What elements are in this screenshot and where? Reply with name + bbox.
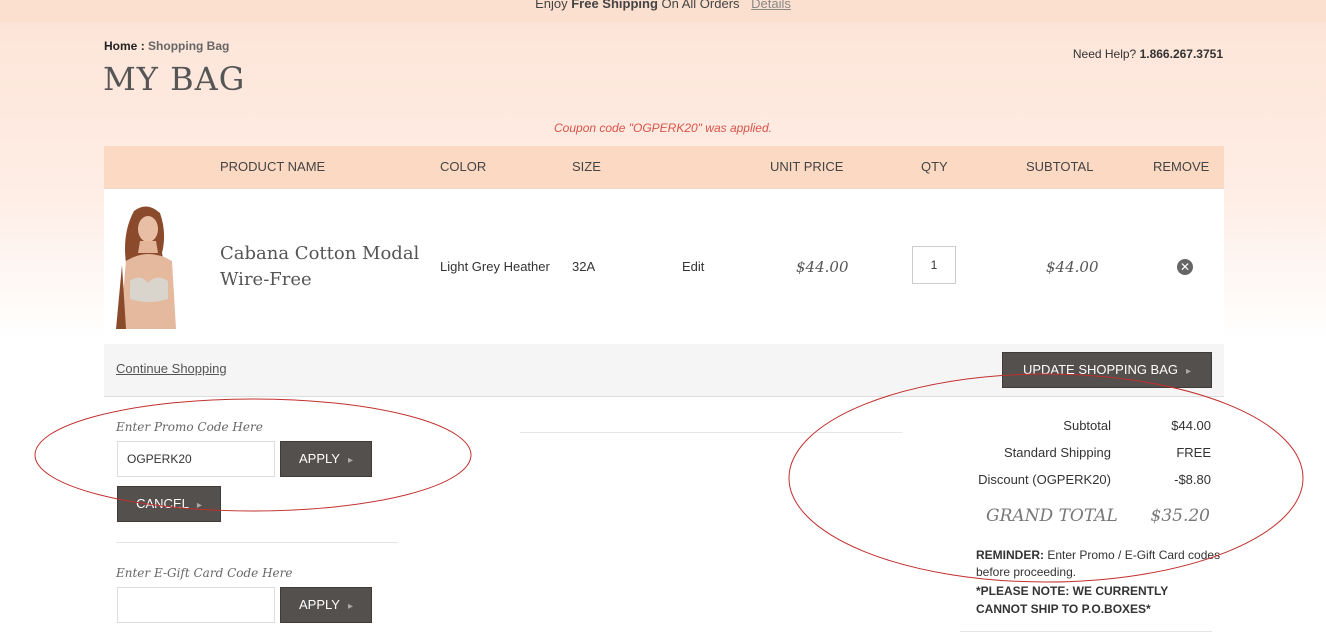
- header-unit-price: UNIT PRICE: [770, 159, 844, 174]
- grand-total-value: $35.20: [1150, 506, 1210, 526]
- details-link[interactable]: Details: [751, 0, 791, 11]
- po-box-note: *PLEASE NOTE: WE CURRENTLY CANNOT SHIP T…: [976, 584, 1169, 616]
- summary-divider: [960, 631, 1212, 632]
- banner-bold: Free Shipping: [571, 0, 658, 11]
- summary-shipping-value: FREE: [1176, 445, 1211, 460]
- gift-apply-label: APPLY: [299, 597, 340, 612]
- promo-apply-label: APPLY: [299, 451, 340, 466]
- gift-card-input[interactable]: [117, 587, 275, 623]
- header-subtotal: SUBTOTAL: [1026, 159, 1094, 174]
- header-product-name: PRODUCT NAME: [220, 159, 326, 174]
- help-label: Need Help?: [1072, 47, 1137, 61]
- summary-subtotal-value: $44.00: [1171, 418, 1211, 433]
- edit-link[interactable]: Edit: [682, 259, 704, 274]
- gift-apply-button[interactable]: APPLY ▸: [280, 587, 372, 623]
- product-color: Light Grey Heather: [440, 259, 550, 274]
- summary-discount-label: Discount (OGPERK20): [978, 472, 1111, 487]
- gift-card-label: Enter E-Gift Card Code Here: [116, 566, 293, 580]
- update-button-label: UPDATE SHOPPING BAG: [1022, 362, 1179, 377]
- summary-discount-value: -$8.80: [1174, 472, 1211, 487]
- remove-icon[interactable]: ✕: [1177, 259, 1193, 275]
- promo-apply-button[interactable]: APPLY ▸: [280, 441, 372, 477]
- cart-actions: Continue Shopping UPDATE SHOPPING BAG ▸: [104, 344, 1224, 397]
- promo-reminder: REMINDER: Enter Promo / E-Gift Card code…: [976, 547, 1221, 581]
- chevron-right-icon: ▸: [347, 601, 353, 612]
- grand-total-label: GRAND TOTAL: [986, 506, 1118, 526]
- header-remove: REMOVE: [1153, 159, 1210, 174]
- summary-shipping-label: Standard Shipping: [1004, 445, 1111, 460]
- promo-code-input[interactable]: [117, 441, 275, 477]
- promo-code-label: Enter Promo Code Here: [116, 420, 263, 434]
- table-header: PRODUCT NAME COLOR SIZE UNIT PRICE QTY S…: [104, 146, 1224, 188]
- breadcrumb-separator: :: [140, 39, 145, 53]
- reminder-bold: REMINDER:: [976, 548, 1044, 562]
- middle-divider: [520, 432, 902, 433]
- promo-divider: [116, 542, 398, 543]
- banner-prefix: Enjoy: [535, 0, 568, 11]
- product-name-link[interactable]: Cabana Cotton Modal Wire-Free: [220, 241, 420, 293]
- chevron-right-icon: ▸: [1186, 366, 1192, 377]
- breadcrumb-current: Shopping Bag: [148, 39, 230, 53]
- banner-suffix: On All Orders: [661, 0, 740, 11]
- unit-price: $44.00: [796, 258, 849, 276]
- product-size: 32A: [572, 259, 596, 274]
- header-color: COLOR: [440, 159, 487, 174]
- coupon-applied-message: Coupon code "OGPERK20" was applied.: [554, 121, 772, 135]
- quantity-input[interactable]: [912, 246, 956, 284]
- breadcrumb-home[interactable]: Home: [104, 39, 137, 53]
- continue-shopping-link[interactable]: Continue Shopping: [116, 361, 227, 376]
- summary-subtotal-label: Subtotal: [1063, 418, 1111, 433]
- update-shopping-bag-button[interactable]: UPDATE SHOPPING BAG ▸: [1002, 352, 1212, 388]
- row-subtotal: $44.00: [1046, 258, 1099, 276]
- promo-banner: Enjoy Free Shipping On All Orders Detail…: [0, 0, 1326, 22]
- header-qty: QTY: [921, 159, 948, 174]
- chevron-right-icon: ▸: [347, 455, 353, 466]
- product-image[interactable]: [112, 203, 182, 329]
- chevron-right-icon: ▸: [196, 500, 202, 511]
- page-title: MY BAG: [103, 60, 246, 98]
- promo-cancel-label: CANCEL: [136, 496, 189, 511]
- promo-cancel-button[interactable]: CANCEL ▸: [117, 486, 221, 522]
- header-size: SIZE: [572, 159, 601, 174]
- help-phone[interactable]: 1.866.267.3751: [1140, 47, 1223, 61]
- breadcrumb: Home : Shopping Bag: [104, 39, 229, 53]
- table-row: Cabana Cotton Modal Wire-Free Light Grey…: [104, 188, 1224, 345]
- help-contact: Need Help? 1.866.267.3751: [1073, 47, 1223, 61]
